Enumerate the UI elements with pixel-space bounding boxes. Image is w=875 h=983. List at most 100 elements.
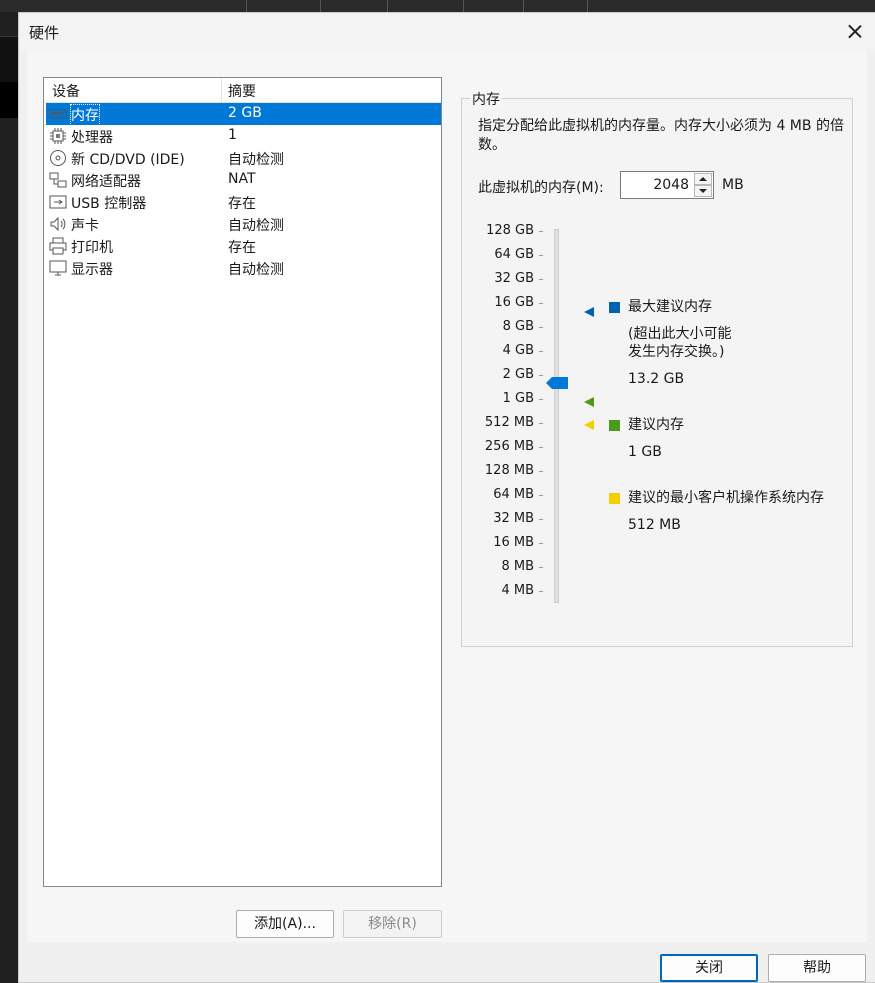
memory-group-title: 内存	[470, 89, 502, 109]
memory-input-label: 此虚拟机的内存(M):	[478, 180, 604, 196]
add-device-button[interactable]: 添加(A)...	[236, 910, 334, 938]
min-guest-marker	[584, 420, 594, 430]
scale-label: 128 MB	[484, 463, 534, 478]
device-row[interactable]: 网络适配器 NAT	[46, 169, 441, 191]
scale-label: 32 MB	[493, 511, 534, 526]
scale-label: 32 GB	[494, 271, 534, 286]
scale-tick	[539, 423, 543, 424]
device-row[interactable]: 内存 2 GB	[46, 103, 441, 126]
processor-icon	[49, 127, 67, 145]
device-name: 内存	[70, 104, 100, 126]
scale-tick	[539, 567, 543, 568]
device-row[interactable]: 处理器 1	[46, 125, 441, 147]
memory-group: 内存 指定分配给此虚拟机的内存量。内存大小必须为 4 MB 的倍数。 此虚拟机的…	[461, 89, 853, 647]
max-legend-value: 13.2 GB	[628, 371, 685, 387]
device-row[interactable]: 声卡 自动检测	[46, 213, 441, 235]
device-summary: 存在	[228, 240, 256, 256]
min-guest-legend-label: 建议的最小客户机操作系统内存	[628, 490, 824, 506]
scale-tick	[539, 591, 543, 592]
network-adapter-icon	[49, 171, 67, 189]
device-name: 打印机	[71, 240, 113, 256]
device-row[interactable]: 新 CD/DVD (IDE) 自动检测	[46, 147, 441, 169]
memory-stepper[interactable]: 2048	[620, 171, 714, 199]
scale-tick	[539, 279, 543, 280]
max-legend-swatch	[609, 302, 620, 313]
device-summary: 1	[228, 127, 237, 143]
scale-tick	[539, 495, 543, 496]
scale-label: 128 GB	[486, 223, 534, 238]
min-guest-legend-swatch	[609, 493, 620, 504]
stepper-down-icon[interactable]	[694, 185, 712, 197]
scale-tick	[539, 519, 543, 520]
remove-device-button[interactable]: 移除(R)	[343, 910, 442, 938]
help-button[interactable]: 帮助	[768, 954, 866, 982]
scale-tick	[539, 447, 543, 448]
scale-tick	[539, 327, 543, 328]
close-icon[interactable]	[844, 21, 866, 43]
scale-label: 16 GB	[494, 295, 534, 310]
min-guest-legend-value: 512 MB	[628, 517, 681, 533]
scale-label: 8 GB	[502, 319, 534, 334]
device-summary: 存在	[228, 196, 256, 212]
device-name: 网络适配器	[71, 174, 141, 190]
device-name: 显示器	[71, 262, 113, 278]
display-icon	[49, 259, 67, 277]
memory-slider-track[interactable]	[554, 229, 559, 603]
memory-description: 指定分配给此虚拟机的内存量。内存大小必须为 4 MB 的倍数。	[478, 118, 844, 153]
scale-label: 8 MB	[501, 559, 534, 574]
column-header-summary[interactable]: 摘要	[228, 81, 256, 101]
device-row[interactable]: USB 控制器 存在	[46, 191, 441, 213]
dialog-content: 设备 摘要 内存 2 GB 处理器 1 新 CD/DVD (IDE) 自动检测 网络适配器 N…	[27, 51, 867, 942]
title-bar: 硬件	[19, 13, 875, 51]
list-header: 设备 摘要	[44, 78, 441, 103]
device-row[interactable]: 显示器 自动检测	[46, 257, 441, 279]
scale-tick	[539, 303, 543, 304]
scale-tick	[539, 255, 543, 256]
memory-slider-thumb[interactable]	[546, 376, 568, 390]
hardware-dialog: 硬件 设备 摘要 内存 2 GB 处理器 1 新 CD/DVD (IDE) 自动检测 网络适…	[18, 12, 875, 983]
device-summary: NAT	[228, 171, 256, 187]
scale-label: 256 MB	[484, 439, 534, 454]
device-name: 新 CD/DVD (IDE)	[71, 152, 185, 168]
column-header-device[interactable]: 设备	[52, 81, 80, 101]
close-button[interactable]: 关闭	[660, 954, 758, 982]
device-name: 处理器	[71, 130, 113, 146]
printer-icon	[49, 237, 67, 255]
stepper-up-icon[interactable]	[694, 173, 712, 185]
scale-label: 4 GB	[502, 343, 534, 358]
dialog-title: 硬件	[29, 24, 60, 42]
background-left-panel	[0, 12, 18, 983]
scale-label: 64 GB	[494, 247, 534, 262]
scale-tick	[539, 231, 543, 232]
device-summary: 自动检测	[228, 218, 284, 234]
scale-tick	[539, 399, 543, 400]
scale-label: 512 MB	[484, 415, 534, 430]
device-list[interactable]: 设备 摘要 内存 2 GB 处理器 1 新 CD/DVD (IDE) 自动检测 网络适配器 N…	[43, 77, 442, 887]
background-toolbar	[0, 0, 875, 12]
device-summary: 自动检测	[228, 152, 284, 168]
max-legend-note: (超出此大小可能	[628, 326, 732, 342]
scale-tick	[539, 375, 543, 376]
memory-unit: MB	[722, 177, 744, 193]
memory-input[interactable]: 2048	[653, 177, 689, 193]
max-legend-label: 最大建议内存	[628, 299, 712, 315]
scale-label: 2 GB	[502, 367, 534, 382]
device-summary: 2 GB	[228, 105, 262, 121]
scale-tick	[539, 471, 543, 472]
max-recommended-marker	[584, 307, 594, 317]
scale-label: 64 MB	[493, 487, 534, 502]
memory-icon	[49, 105, 67, 123]
device-name: USB 控制器	[71, 196, 147, 212]
scale-label: 4 MB	[501, 583, 534, 598]
device-row[interactable]: 打印机 存在	[46, 235, 441, 257]
recommended-legend-label: 建议内存	[628, 417, 684, 433]
cd-dvd-icon	[49, 149, 67, 167]
device-name: 声卡	[71, 218, 99, 234]
scale-label: 16 MB	[493, 535, 534, 550]
sound-card-icon	[49, 215, 67, 233]
scale-tick	[539, 543, 543, 544]
scale-tick	[539, 351, 543, 352]
usb-icon	[49, 193, 67, 211]
recommended-legend-swatch	[609, 420, 620, 431]
memory-scale: 128 GB 64 GB 32 GB 16 GB 8 GB 4 GB 2 GB 1 GB 512…	[462, 223, 562, 609]
